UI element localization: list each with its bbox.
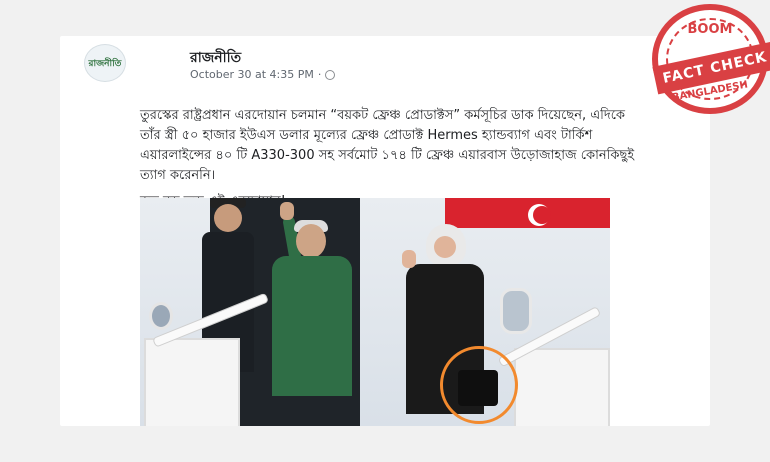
woman-hand: [402, 250, 416, 268]
man-head: [296, 224, 326, 258]
post-timestamp[interactable]: October 30 at 4:35 PM: [190, 68, 314, 81]
stair-left: [144, 338, 240, 426]
woman-face: [434, 236, 456, 258]
stamp-top-text: BOOM: [687, 22, 733, 37]
post-paragraph-1: তুরস্কের রাষ্ট্রপ্রধান এরদোয়ান চলমান “ব…: [140, 108, 635, 183]
plane-crescent-icon: [528, 204, 551, 226]
plane-window: [149, 302, 173, 330]
post-meta: October 30 at 4:35 PM ·: [190, 68, 336, 81]
post-text: তুরস্কের রাষ্ট্রপ্রধান এরদোয়ান চলমান “ব…: [140, 106, 640, 212]
page-name[interactable]: রাজনীতি: [190, 46, 241, 70]
fact-check-stamp: BOOM FACT CHECK BANGLADESH: [652, 4, 770, 114]
officer-head: [214, 204, 242, 232]
globe-icon: [325, 69, 336, 80]
man-body: [272, 256, 352, 396]
man-hand: [280, 202, 294, 220]
plane-window: [500, 288, 532, 334]
avatar-text: রাজনীতি: [88, 58, 122, 69]
post-photo[interactable]: [140, 198, 610, 426]
page-avatar[interactable]: রাজনীতি: [84, 44, 126, 82]
stair-right: [514, 348, 610, 426]
handbag-highlight-circle: [440, 346, 518, 424]
man-figure: [272, 202, 362, 424]
